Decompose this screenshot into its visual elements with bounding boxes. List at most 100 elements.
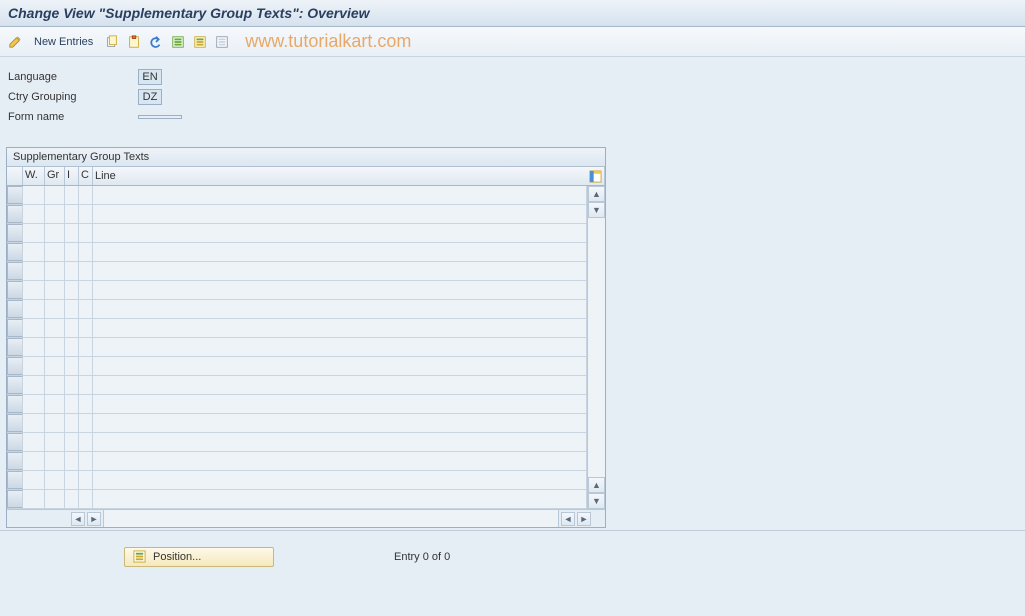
table-row[interactable]: [7, 338, 587, 357]
cell-w[interactable]: [23, 395, 45, 413]
hscroll-track[interactable]: [103, 510, 559, 527]
cell-c[interactable]: [79, 452, 93, 470]
row-selector[interactable]: [7, 205, 23, 223]
cell-c[interactable]: [79, 414, 93, 432]
cell-gr[interactable]: [45, 319, 65, 337]
table-row[interactable]: [7, 376, 587, 395]
cell-line[interactable]: [93, 281, 587, 299]
cell-line[interactable]: [93, 338, 587, 356]
cell-w[interactable]: [23, 262, 45, 280]
cell-gr[interactable]: [45, 376, 65, 394]
cell-i[interactable]: [65, 395, 79, 413]
clipboard-icon[interactable]: [125, 33, 143, 51]
cell-gr[interactable]: [45, 262, 65, 280]
vertical-scrollbar[interactable]: ▲ ▼ ▲ ▼: [587, 186, 605, 509]
cell-c[interactable]: [79, 300, 93, 318]
cell-w[interactable]: [23, 490, 45, 508]
table-settings-icon[interactable]: [588, 169, 602, 183]
cell-i[interactable]: [65, 471, 79, 489]
cell-line[interactable]: [93, 205, 587, 223]
table-row[interactable]: [7, 300, 587, 319]
cell-gr[interactable]: [45, 338, 65, 356]
cell-gr[interactable]: [45, 281, 65, 299]
cell-gr[interactable]: [45, 357, 65, 375]
table-row[interactable]: [7, 414, 587, 433]
cell-line[interactable]: [93, 490, 587, 508]
cell-i[interactable]: [65, 414, 79, 432]
row-selector[interactable]: [7, 357, 23, 375]
table-row[interactable]: [7, 395, 587, 414]
row-selector[interactable]: [7, 338, 23, 356]
col-header-selector[interactable]: [7, 167, 23, 185]
cell-w[interactable]: [23, 414, 45, 432]
cell-c[interactable]: [79, 357, 93, 375]
cell-line[interactable]: [93, 262, 587, 280]
cell-w[interactable]: [23, 433, 45, 451]
row-selector[interactable]: [7, 433, 23, 451]
cell-c[interactable]: [79, 433, 93, 451]
table-row[interactable]: [7, 452, 587, 471]
col-header-i[interactable]: I: [65, 167, 79, 185]
cell-c[interactable]: [79, 319, 93, 337]
cell-line[interactable]: [93, 452, 587, 470]
cell-w[interactable]: [23, 281, 45, 299]
cell-i[interactable]: [65, 205, 79, 223]
cell-line[interactable]: [93, 471, 587, 489]
cell-w[interactable]: [23, 319, 45, 337]
cell-w[interactable]: [23, 471, 45, 489]
cell-gr[interactable]: [45, 243, 65, 261]
cell-line[interactable]: [93, 186, 587, 204]
cell-w[interactable]: [23, 338, 45, 356]
display-change-icon[interactable]: [6, 33, 24, 51]
table-row[interactable]: [7, 357, 587, 376]
cell-i[interactable]: [65, 300, 79, 318]
row-selector[interactable]: [7, 452, 23, 470]
cell-i[interactable]: [65, 376, 79, 394]
cell-line[interactable]: [93, 395, 587, 413]
hscroll-right-icon[interactable]: ►: [87, 512, 101, 526]
cell-c[interactable]: [79, 262, 93, 280]
cell-i[interactable]: [65, 433, 79, 451]
cell-w[interactable]: [23, 205, 45, 223]
cell-c[interactable]: [79, 186, 93, 204]
cell-c[interactable]: [79, 224, 93, 242]
select-block-icon[interactable]: [191, 33, 209, 51]
cell-w[interactable]: [23, 243, 45, 261]
cell-i[interactable]: [65, 357, 79, 375]
cell-w[interactable]: [23, 452, 45, 470]
cell-i[interactable]: [65, 186, 79, 204]
table-row[interactable]: [7, 262, 587, 281]
cell-gr[interactable]: [45, 205, 65, 223]
form-name-field[interactable]: [138, 115, 182, 119]
row-selector[interactable]: [7, 471, 23, 489]
hscroll-left2-icon[interactable]: ◄: [561, 512, 575, 526]
row-selector[interactable]: [7, 281, 23, 299]
table-row[interactable]: [7, 281, 587, 300]
col-header-gr[interactable]: Gr: [45, 167, 65, 185]
select-all-icon[interactable]: [169, 33, 187, 51]
table-row[interactable]: [7, 490, 587, 509]
table-row[interactable]: [7, 186, 587, 205]
cell-c[interactable]: [79, 490, 93, 508]
cell-gr[interactable]: [45, 414, 65, 432]
cell-w[interactable]: [23, 300, 45, 318]
cell-w[interactable]: [23, 186, 45, 204]
col-header-c[interactable]: C: [79, 167, 93, 185]
cell-c[interactable]: [79, 471, 93, 489]
table-row[interactable]: [7, 205, 587, 224]
cell-gr[interactable]: [45, 471, 65, 489]
row-selector[interactable]: [7, 243, 23, 261]
hscroll-right2-icon[interactable]: ►: [577, 512, 591, 526]
cell-gr[interactable]: [45, 395, 65, 413]
cell-line[interactable]: [93, 414, 587, 432]
cell-i[interactable]: [65, 452, 79, 470]
position-button[interactable]: Position...: [124, 547, 274, 567]
cell-line[interactable]: [93, 319, 587, 337]
cell-c[interactable]: [79, 395, 93, 413]
row-selector[interactable]: [7, 300, 23, 318]
col-header-w[interactable]: W.: [23, 167, 45, 185]
cell-gr[interactable]: [45, 433, 65, 451]
cell-i[interactable]: [65, 224, 79, 242]
cell-w[interactable]: [23, 357, 45, 375]
horizontal-scrollbar[interactable]: ◄ ► ◄ ►: [7, 509, 605, 527]
